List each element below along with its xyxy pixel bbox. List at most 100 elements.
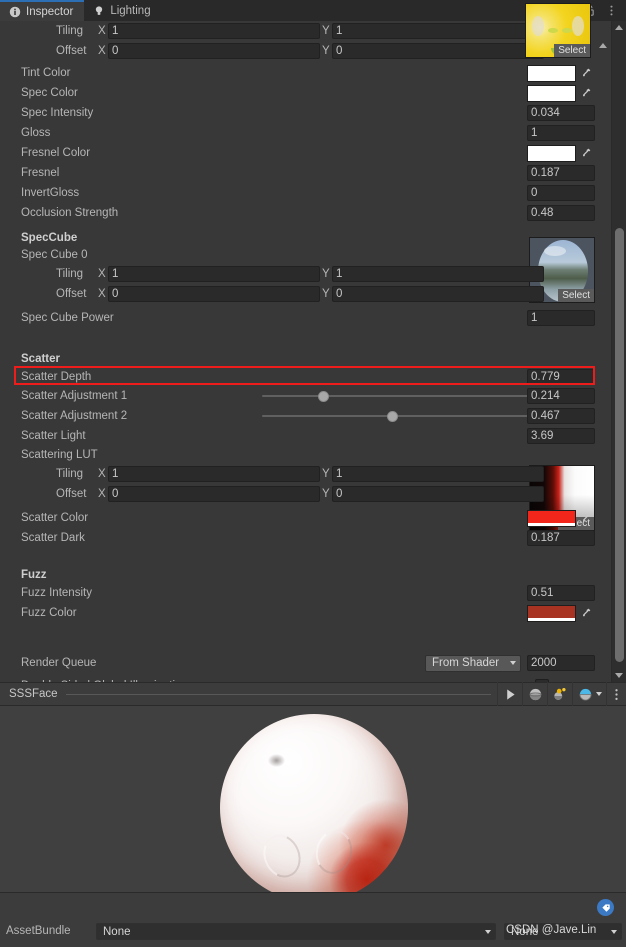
- main-offset-y-input[interactable]: 0: [332, 43, 544, 59]
- render-queue-value-input[interactable]: 2000: [527, 655, 595, 671]
- scatter-adjustment-2-input[interactable]: 0.467: [527, 408, 595, 424]
- lut-tiling-x-input[interactable]: 1: [108, 466, 320, 482]
- lighting-button[interactable]: [547, 682, 572, 706]
- tint-color-label: Tint Color: [21, 67, 71, 79]
- scatter-adjustment-1-slider[interactable]: [262, 388, 542, 404]
- scatter-adjustment-1-input[interactable]: 0.214: [527, 388, 595, 404]
- scrollbar-down-arrow[interactable]: [615, 673, 623, 678]
- tint-color-eyedropper[interactable]: [576, 65, 595, 82]
- slider-track: [262, 395, 542, 397]
- main-offset-label: Offset: [56, 45, 87, 57]
- material-preview-viewport[interactable]: [0, 706, 626, 892]
- fresnel-color-field[interactable]: [527, 144, 595, 162]
- spec-color-swatch[interactable]: [527, 84, 576, 102]
- fuzz-color-swatch[interactable]: [527, 604, 576, 622]
- speccube-offset-x-axis: X: [98, 288, 106, 300]
- fresnel-color-swatch[interactable]: [527, 144, 576, 162]
- main-texture-thumbnail[interactable]: Select: [525, 3, 591, 58]
- scatter-adjustment-2-slider[interactable]: [262, 408, 542, 424]
- row-fuzz-color: Fuzz Color: [0, 603, 609, 623]
- inspector-scrollbar[interactable]: [611, 21, 626, 682]
- fuzz-intensity-input[interactable]: 0.51: [527, 585, 595, 601]
- row-render-queue: Render Queue From Shader 2000: [0, 653, 609, 673]
- main-texture-select-button[interactable]: Select: [554, 44, 590, 57]
- preview-title: SSSFace: [9, 688, 58, 700]
- speccube-tiling-x-input[interactable]: 1: [108, 266, 320, 282]
- main-tiling-y-axis: Y: [322, 25, 330, 37]
- lut-offset-x-input[interactable]: 0: [108, 486, 320, 502]
- lut-offset-x-axis: X: [98, 488, 106, 500]
- fuzz-header: Fuzz: [0, 567, 609, 583]
- row-speccube-tiling: Tiling X 1 Y 1: [0, 264, 609, 284]
- play-icon: [506, 688, 515, 700]
- slider-handle[interactable]: [387, 411, 398, 422]
- scrollbar-up-arrow[interactable]: [615, 25, 623, 30]
- asset-labels-button[interactable]: [597, 899, 614, 916]
- lut-tiling-label: Tiling: [56, 468, 84, 480]
- scatter-color-eyedropper[interactable]: [576, 510, 595, 527]
- spec-color-field[interactable]: [527, 84, 595, 102]
- main-tiling-x-axis: X: [98, 25, 106, 37]
- spec-intensity-input[interactable]: 0.034: [527, 105, 595, 121]
- play-button[interactable]: [497, 682, 522, 706]
- eyedropper-icon: [582, 68, 590, 77]
- speccube-tiling-y-input[interactable]: 1: [332, 266, 544, 282]
- fresnel-color-label: Fresnel Color: [21, 147, 91, 159]
- alpha-strip: [528, 617, 575, 621]
- spec-cube-power-input[interactable]: 1: [527, 310, 595, 326]
- scatter-color-swatch[interactable]: [527, 509, 576, 527]
- speccube-offset-label: Offset: [56, 288, 87, 300]
- occlusion-strength-input[interactable]: 0.48: [527, 205, 595, 221]
- spec-color-eyedropper[interactable]: [576, 85, 595, 102]
- preview-options-button[interactable]: [606, 682, 626, 706]
- slider-handle[interactable]: [318, 391, 329, 402]
- scatter-depth-label: Scatter Depth: [21, 370, 92, 383]
- preview-toolbar: SSSFace: [0, 682, 626, 706]
- main-tiling-x-input[interactable]: 1: [108, 23, 320, 39]
- kebab-menu-icon[interactable]: [605, 4, 618, 17]
- speccube-offset-x-input[interactable]: 0: [108, 286, 320, 302]
- tab-lighting[interactable]: Lighting: [84, 0, 161, 21]
- fuzz-color-eyedropper[interactable]: [576, 605, 595, 622]
- fresnel-input[interactable]: 0.187: [527, 165, 595, 181]
- chevron-down-icon: [485, 929, 491, 934]
- speccube-tiling-x-axis: X: [98, 268, 106, 280]
- invert-gloss-input[interactable]: 0: [527, 185, 595, 201]
- row-lut-offset: Offset X 0 Y 0: [0, 484, 609, 504]
- lut-offset-y-input[interactable]: 0: [332, 486, 544, 502]
- row-scatter-dark: Scatter Dark 0.187: [0, 528, 609, 548]
- lut-tiling-y-input[interactable]: 1: [332, 466, 544, 482]
- chevron-down-icon: [595, 692, 602, 696]
- eyedropper-icon: [582, 148, 590, 157]
- gloss-input[interactable]: 1: [527, 125, 595, 141]
- light-bulb-icon: [96, 5, 103, 15]
- scatter-color-field[interactable]: [527, 509, 595, 527]
- preview-type-button[interactable]: [572, 682, 606, 706]
- fuzz-color-label: Fuzz Color: [21, 607, 77, 619]
- row-scatter-depth: Scatter Depth 0.779: [0, 366, 609, 386]
- preview-sphere-crease-left: [257, 828, 307, 884]
- speccube-offset-y-input[interactable]: 0: [332, 286, 544, 302]
- assetbundle-dropdown[interactable]: None: [96, 923, 496, 940]
- spec-cube-0-label: Spec Cube 0: [21, 248, 88, 261]
- scatter-dark-input[interactable]: 0.187: [527, 530, 595, 546]
- fresnel-color-eyedropper[interactable]: [576, 145, 595, 162]
- fuzz-color-field[interactable]: [527, 604, 595, 622]
- main-offset-x-input[interactable]: 0: [108, 43, 320, 59]
- assetbundle-variant-dropdown[interactable]: None: [504, 923, 622, 940]
- tint-color-field[interactable]: [527, 64, 595, 82]
- render-queue-mode-dropdown[interactable]: From Shader: [425, 654, 521, 672]
- lut-tiling-y-axis: Y: [322, 468, 330, 480]
- scroll-up-arrow[interactable]: [599, 43, 607, 48]
- row-tint-color: Tint Color: [0, 63, 609, 83]
- tint-color-swatch[interactable]: [527, 64, 576, 82]
- alpha-strip: [528, 522, 575, 526]
- scatter-depth-input[interactable]: 0.779: [527, 368, 595, 385]
- scrollbar-thumb[interactable]: [615, 228, 624, 662]
- scatter-light-input[interactable]: 3.69: [527, 428, 595, 444]
- row-spec-intensity: Spec Intensity 0.034: [0, 103, 609, 123]
- tab-inspector[interactable]: Inspector: [0, 0, 85, 21]
- unity-inspector-window: Inspector Lighting Tiling X 1 Y 1 Offset…: [0, 0, 626, 947]
- preview-mesh-button[interactable]: [522, 682, 547, 706]
- main-tiling-y-input[interactable]: 1: [332, 23, 544, 39]
